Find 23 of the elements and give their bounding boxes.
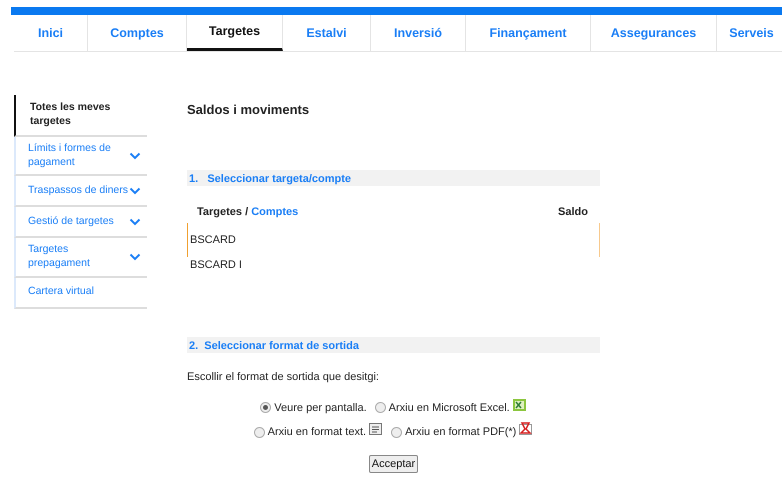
radio-option[interactable]: Veure per pantalla. xyxy=(260,400,367,416)
sidebar-item[interactable]: Gestió de targetes xyxy=(14,207,147,238)
card-row[interactable]: BSCARD I xyxy=(187,257,600,276)
sidebar-item[interactable]: Traspassos de diners xyxy=(14,176,147,208)
excel-file-icon xyxy=(512,398,527,412)
card-row[interactable]: BSCARD xyxy=(187,223,600,258)
pdf-file-icon xyxy=(518,422,534,436)
radio-option[interactable]: Arxiu en format PDF(*) xyxy=(391,424,516,441)
radio-option[interactable]: Arxiu en format text. xyxy=(254,424,366,441)
sidebar-item[interactable]: Targetes prepagament xyxy=(14,238,147,278)
sidebar-item[interactable]: Totes les meves targetes xyxy=(14,95,147,137)
sidebar-item[interactable]: Cartera virtual xyxy=(14,278,147,309)
nav-tab[interactable]: Targetes xyxy=(187,15,283,51)
page-title: Saldos i moviments xyxy=(187,102,310,118)
text-file-icon xyxy=(368,422,384,436)
accept-button[interactable]: Acceptar xyxy=(368,454,418,474)
column-header: Saldo xyxy=(558,204,588,220)
column-header: Targetes / Comptes xyxy=(197,204,298,220)
section-header: 2. Seleccionar format de sortida xyxy=(187,337,600,354)
radio-option[interactable]: Arxiu en Microsoft Excel. xyxy=(374,400,510,416)
section-header: 1. Seleccionar targeta/compte xyxy=(187,170,600,186)
instruction-text: Escollir el format de sortida que desitgi: xyxy=(187,370,380,386)
sidebar-item[interactable]: Límits i formes de pagament xyxy=(14,137,147,176)
